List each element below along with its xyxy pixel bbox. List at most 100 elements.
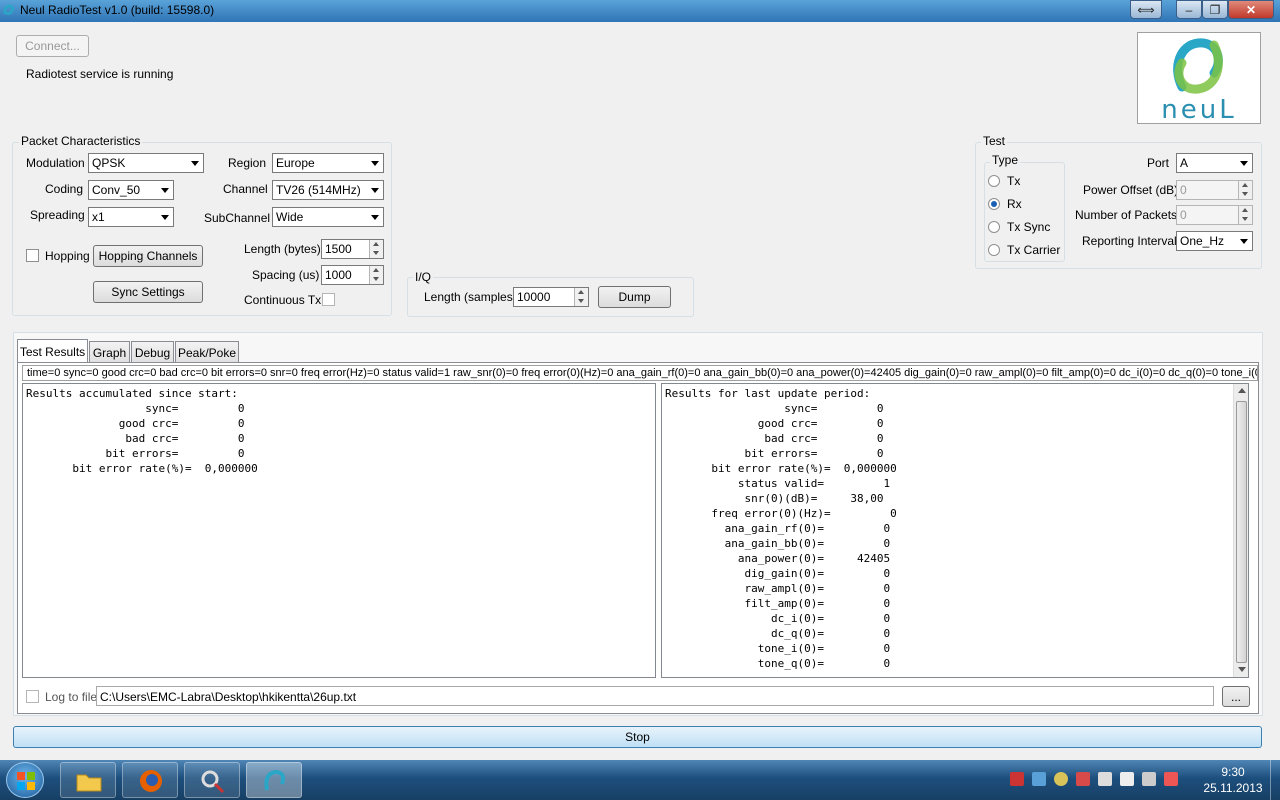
- modulation-label: Modulation: [26, 156, 85, 170]
- reporting-interval-select[interactable]: One_Hz: [1176, 231, 1253, 251]
- number-of-packets-input[interactable]: 0: [1176, 205, 1253, 225]
- show-desktop-button[interactable]: [1270, 760, 1280, 800]
- dropdown-arrow-icon: [1240, 161, 1248, 166]
- region-select[interactable]: Europe: [272, 153, 384, 173]
- tab-debug[interactable]: Debug: [131, 341, 174, 363]
- restore-arrows-button[interactable]: ⟺: [1130, 0, 1162, 19]
- spreading-select[interactable]: x1: [88, 207, 174, 227]
- power-offset-input[interactable]: 0: [1176, 180, 1253, 200]
- stop-button[interactable]: Stop: [13, 726, 1262, 748]
- connect-button[interactable]: Connect...: [16, 35, 89, 57]
- scroll-up-icon[interactable]: [1238, 388, 1246, 393]
- reporting-interval-label: Reporting Interval: [1082, 234, 1177, 248]
- tray-device-icon[interactable]: [1142, 772, 1156, 786]
- tab-peak-poke[interactable]: Peak/Poke: [175, 341, 239, 363]
- dropdown-arrow-icon: [371, 161, 379, 166]
- hopping-channels-button[interactable]: Hopping Channels: [93, 245, 203, 267]
- taskbar-explorer[interactable]: [60, 762, 116, 798]
- modulation-select[interactable]: QPSK: [88, 153, 204, 173]
- spinner-arrows-icon[interactable]: [574, 288, 588, 306]
- tab-test-results[interactable]: Test Results: [17, 339, 88, 363]
- iq-length-input[interactable]: 10000: [513, 287, 589, 307]
- results-line: Results accumulated since start:: [26, 387, 238, 400]
- resize-arrows-icon: ⟺: [1137, 2, 1155, 17]
- scrollbar-thumb[interactable]: [1236, 401, 1247, 663]
- spinner-arrows-icon[interactable]: [1238, 206, 1252, 224]
- logo-mark-icon: [1173, 38, 1223, 94]
- hopping-label: Hopping: [45, 249, 90, 263]
- results-line: tone_q(0)= 0: [665, 657, 891, 670]
- radio-tx-sync-label: Tx Sync: [1007, 220, 1051, 234]
- number-of-packets-value: 0: [1180, 208, 1187, 222]
- spinner-arrows-icon[interactable]: [369, 266, 383, 284]
- channel-select[interactable]: TV26 (514MHz): [272, 180, 384, 200]
- continuous-tx-checkbox[interactable]: [322, 293, 335, 306]
- radio-tx[interactable]: [988, 175, 1000, 187]
- maximize-button[interactable]: ❐: [1202, 0, 1228, 19]
- iq-length-value: 10000: [517, 290, 551, 304]
- spinner-arrows-icon[interactable]: [1238, 181, 1252, 199]
- magnifier-tool-icon: [201, 770, 225, 794]
- iq-group-title: I/Q: [413, 270, 434, 284]
- browse-button[interactable]: ...: [1222, 686, 1250, 707]
- taskbar-neul-radiotest[interactable]: [246, 762, 302, 798]
- radio-tx-sync[interactable]: [988, 221, 1000, 233]
- radio-tx-carrier[interactable]: [988, 244, 1000, 256]
- title-bar: Neul RadioTest v1.0 (build: 15598.0) ⟺ –…: [0, 0, 1280, 22]
- neul-app-icon: [264, 769, 286, 791]
- spinner-arrows-icon[interactable]: [369, 240, 383, 258]
- port-label: Port: [1147, 156, 1170, 170]
- coding-select[interactable]: Conv_50: [88, 180, 174, 200]
- results-line: status valid= 1: [665, 477, 891, 490]
- tray-action-center-icon[interactable]: [1164, 772, 1178, 786]
- sync-settings-button[interactable]: Sync Settings: [93, 281, 203, 303]
- results-line: good crc= 0: [665, 417, 884, 430]
- results-line: ana_gain_bb(0)= 0: [665, 537, 891, 550]
- results-line: bit error rate(%)= 0,000000: [665, 462, 897, 475]
- results-line: bit error rate(%)= 0,000000: [26, 462, 258, 475]
- tray-app-icon[interactable]: [1054, 772, 1068, 786]
- length-bytes-input[interactable]: 1500: [321, 239, 384, 259]
- app-icon: [3, 4, 14, 15]
- port-select[interactable]: A: [1176, 153, 1253, 173]
- spacing-input[interactable]: 1000: [321, 265, 384, 285]
- firefox-icon: [140, 770, 162, 792]
- windows-logo-icon: [17, 772, 35, 790]
- subchannel-value: Wide: [276, 210, 304, 224]
- subchannel-select[interactable]: Wide: [272, 207, 384, 227]
- dropdown-arrow-icon: [191, 161, 199, 166]
- results-line: bit errors= 0: [665, 447, 884, 460]
- scroll-down-icon[interactable]: [1238, 667, 1246, 672]
- tray-usb-icon[interactable]: [1098, 772, 1112, 786]
- taskbar-tool[interactable]: [184, 762, 240, 798]
- minimize-button[interactable]: –: [1176, 0, 1202, 19]
- spacing-label: Spacing (us): [252, 268, 320, 282]
- region-value: Europe: [276, 156, 315, 170]
- hopping-checkbox[interactable]: [26, 249, 39, 262]
- window-title: Neul RadioTest v1.0 (build: 15598.0): [20, 3, 215, 17]
- close-button[interactable]: ✕: [1228, 0, 1274, 19]
- log-path-field[interactable]: C:\Users\EMC-Labra\Desktop\hkikentta\26u…: [96, 686, 1214, 706]
- tray-tool-icon[interactable]: [1076, 772, 1090, 786]
- results-last-period-pane: Results for last update period: sync= 0 …: [661, 383, 1249, 678]
- clock[interactable]: 9:30 25.11.2013: [1200, 764, 1266, 796]
- results-scrollbar[interactable]: [1233, 384, 1248, 677]
- tab-graph[interactable]: Graph: [89, 341, 130, 363]
- tray-network-icon[interactable]: [1032, 772, 1046, 786]
- power-offset-label: Power Offset (dB): [1083, 183, 1179, 197]
- results-line: sync= 0: [665, 402, 884, 415]
- results-line: raw_ampl(0)= 0: [665, 582, 891, 595]
- logo-text: neuL: [1161, 95, 1237, 125]
- log-to-file-label: Log to file: [45, 690, 98, 704]
- dump-button[interactable]: Dump: [598, 286, 671, 308]
- tray-volume-icon[interactable]: [1120, 772, 1134, 786]
- results-line: ana_gain_rf(0)= 0: [665, 522, 891, 535]
- log-to-file-checkbox[interactable]: [26, 690, 39, 703]
- start-button[interactable]: [6, 762, 44, 798]
- clock-time: 9:30: [1221, 765, 1245, 779]
- channel-label: Channel: [223, 182, 268, 196]
- taskbar-firefox[interactable]: [122, 762, 178, 798]
- system-tray: [1010, 772, 1190, 788]
- tray-flag-icon[interactable]: [1010, 772, 1024, 786]
- radio-rx[interactable]: [988, 198, 1000, 210]
